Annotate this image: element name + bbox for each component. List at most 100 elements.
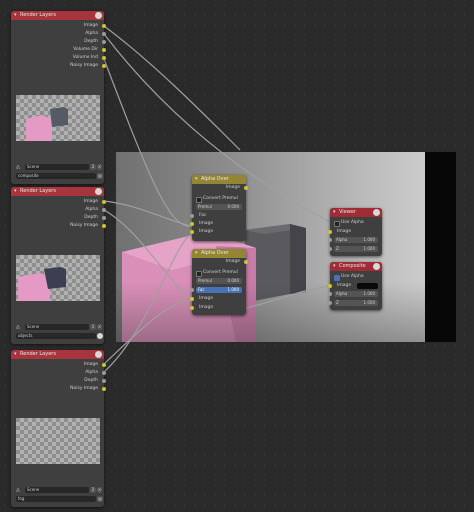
output-label: Image (225, 185, 240, 190)
output-socket[interactable] (102, 208, 106, 212)
premul-field[interactable]: Premul 0.000 (196, 278, 242, 284)
node-options-icon[interactable] (373, 263, 380, 270)
input-label: Image (199, 305, 214, 310)
alpha-over-node-1[interactable]: ▾ Alpha Over Image Convert Premul Premul… (190, 175, 248, 241)
collapse-icon[interactable]: ▾ (195, 249, 198, 258)
collapse-icon[interactable]: ▾ (333, 208, 336, 217)
output-socket[interactable] (102, 371, 106, 375)
alpha-over-node-2[interactable]: ▾ Alpha Over Image Convert Premul Premul… (190, 249, 248, 315)
collapse-icon[interactable]: ▾ (14, 11, 17, 20)
render-layers-node-2[interactable]: ▾ Render Layers Image Alpha Depth Noisy … (11, 187, 106, 344)
input-label: Image (199, 296, 214, 301)
node-header[interactable]: ▾ Viewer (330, 208, 382, 217)
composite-node[interactable]: ▾ Composite Use Alpha Image Alpha 1.000 … (328, 262, 382, 310)
input-socket[interactable] (328, 284, 332, 288)
input-socket[interactable] (328, 238, 332, 242)
convert-premul-checkbox[interactable] (196, 197, 202, 203)
input-socket[interactable] (328, 292, 332, 296)
input-socket[interactable] (190, 297, 194, 301)
output-socket[interactable] (244, 186, 248, 190)
image-color-swatch[interactable] (357, 283, 378, 289)
node-header[interactable]: ▾ Alpha Over (192, 175, 246, 184)
premul-value: 0.000 (227, 204, 239, 209)
output-label: Noisy Image (70, 63, 98, 68)
node-title: Composite (339, 263, 366, 269)
z-field[interactable]: Z 1.000 (334, 300, 378, 306)
input-socket[interactable] (190, 306, 194, 310)
output-socket[interactable] (244, 260, 248, 264)
output-socket[interactable] (102, 200, 106, 204)
output-socket[interactable] (102, 363, 106, 367)
gray-cube (50, 107, 68, 127)
output-label: Alpha (85, 31, 98, 36)
fac-slider[interactable]: Fac 1.000 (196, 287, 242, 293)
scene-users-count[interactable]: 1 (90, 324, 96, 330)
node-options-icon[interactable] (373, 209, 380, 216)
output-socket[interactable] (102, 24, 106, 28)
node-options-icon[interactable] (95, 12, 102, 19)
node-options-icon[interactable] (95, 351, 102, 358)
input-socket[interactable] (190, 214, 194, 218)
collapse-icon[interactable]: ▾ (14, 187, 17, 196)
node-options-icon[interactable] (95, 188, 102, 195)
node-title: Render Layers (20, 351, 56, 357)
alpha-field[interactable]: Alpha 1.000 (334, 237, 378, 243)
layer-selector[interactable]: objects (16, 333, 96, 339)
layer-selector[interactable]: fog (16, 496, 96, 502)
output-socket[interactable] (102, 32, 106, 36)
z-field[interactable]: Z 1.000 (334, 246, 378, 252)
input-socket[interactable] (328, 230, 332, 234)
scene-selector[interactable]: Scene (25, 164, 89, 170)
output-label: Depth (84, 378, 98, 383)
node-header[interactable]: ▾ Composite (330, 262, 382, 271)
node-title: Alpha Over (201, 176, 229, 182)
output-socket[interactable] (102, 387, 106, 391)
close-icon[interactable]: × (97, 487, 102, 493)
output-socket[interactable] (102, 379, 106, 383)
collapse-icon[interactable]: ▾ (333, 262, 336, 271)
input-socket[interactable] (328, 247, 332, 251)
scene-selector[interactable]: Scene (25, 487, 89, 493)
viewer-node[interactable]: ▾ Viewer Use Alpha Image Alpha 1.000 Z 1… (328, 208, 382, 256)
alpha-label: Alpha (336, 291, 348, 296)
z-label: Z (336, 300, 339, 305)
scene-users-count[interactable]: 2 (90, 164, 96, 170)
convert-premul-checkbox[interactable] (196, 271, 202, 277)
premul-field[interactable]: Premul 0.000 (196, 204, 242, 210)
node-header[interactable]: ▾ Render Layers (11, 350, 104, 359)
use-alpha-label: Use Alpha (341, 274, 364, 279)
layer-selector[interactable]: composite (16, 173, 96, 179)
input-socket[interactable] (190, 230, 194, 234)
layer-menu-icon[interactable]: ▤ (97, 496, 103, 502)
scene-users-count[interactable]: 2 (90, 487, 96, 493)
output-label: Image (225, 259, 240, 264)
input-socket[interactable] (328, 301, 332, 305)
close-icon[interactable]: × (97, 324, 102, 330)
use-alpha-checkbox[interactable] (334, 275, 340, 281)
collapse-icon[interactable]: ▾ (14, 350, 17, 359)
output-socket[interactable] (102, 56, 106, 60)
output-socket[interactable] (102, 224, 106, 228)
layer-menu-icon[interactable]: ▤ (97, 173, 103, 179)
collapse-icon[interactable]: ▾ (195, 175, 198, 184)
premul-label: Premul (198, 278, 212, 283)
input-socket[interactable] (190, 222, 194, 226)
use-alpha-checkbox[interactable] (334, 221, 340, 227)
output-socket[interactable] (102, 64, 106, 68)
render-layers-node-1[interactable]: ▾ Render Layers Image Alpha Depth Volume… (11, 11, 106, 184)
output-socket[interactable] (102, 40, 106, 44)
close-icon[interactable]: × (97, 164, 102, 170)
alpha-label: Alpha (336, 237, 348, 242)
scene-selector[interactable]: Scene (25, 324, 89, 330)
render-layers-node-3[interactable]: ▾ Render Layers Image Alpha Depth Noisy … (11, 350, 106, 507)
layer-menu-icon[interactable] (97, 333, 103, 339)
node-header[interactable]: ▾ Render Layers (11, 187, 104, 196)
node-header[interactable]: ▾ Render Layers (11, 11, 104, 20)
output-socket[interactable] (102, 216, 106, 220)
input-socket[interactable] (190, 288, 194, 292)
output-socket[interactable] (102, 48, 106, 52)
alpha-field[interactable]: Alpha 1.000 (334, 291, 378, 297)
node-header[interactable]: ▾ Alpha Over (192, 249, 246, 258)
output-label: Alpha (85, 370, 98, 375)
node-title: Render Layers (20, 188, 56, 194)
